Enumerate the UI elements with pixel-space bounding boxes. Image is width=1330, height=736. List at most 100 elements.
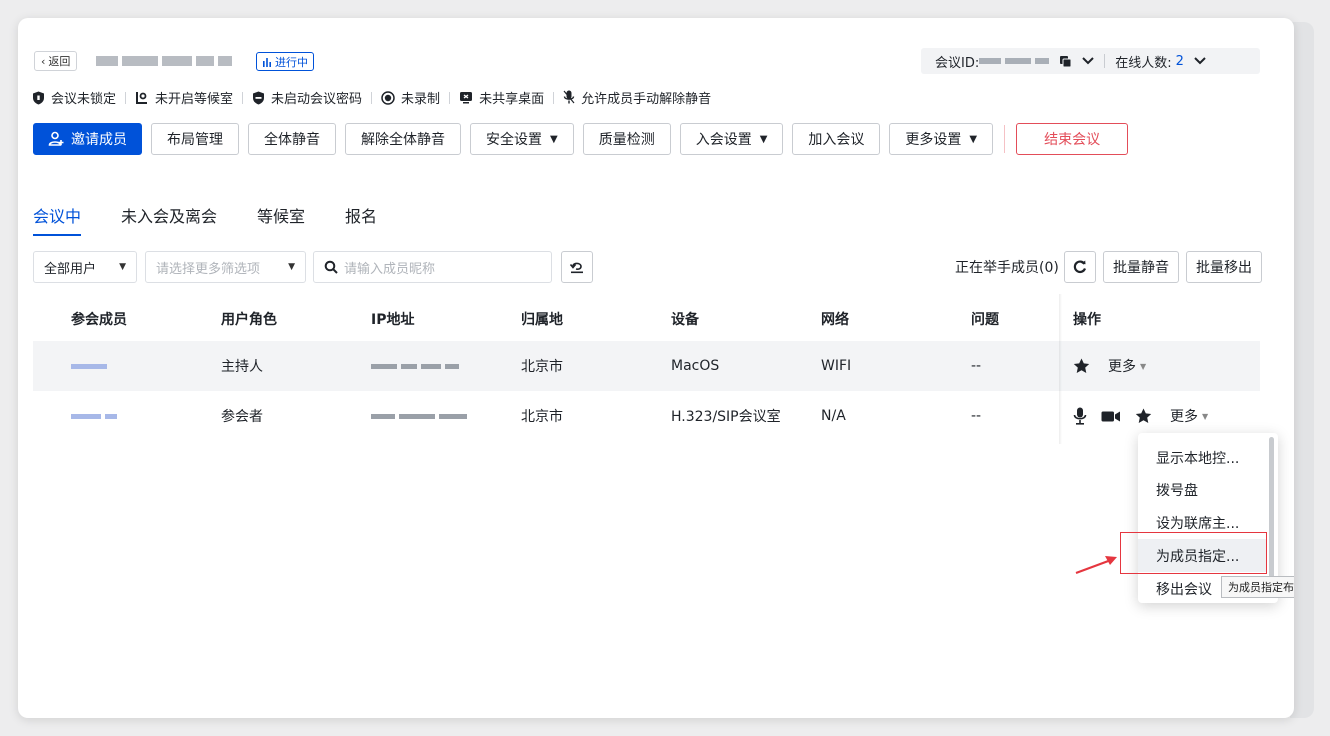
divider — [1104, 54, 1106, 68]
end-meeting-button[interactable]: 结束会议 — [1016, 123, 1129, 155]
refresh-button[interactable] — [1064, 251, 1096, 283]
table-row[interactable]: 主持人 北京市 MacOS WIFI -- 更多 ▼ — [33, 341, 1260, 391]
layout-management-button[interactable]: 布局管理 — [151, 123, 239, 155]
ip-redacted — [371, 341, 459, 391]
status-label: 允许成员手动解除静音 — [581, 92, 712, 107]
meeting-id-redacted — [1035, 58, 1050, 64]
status-badge: 进行中 — [256, 52, 314, 71]
online-count-label: 在线人数: — [1115, 55, 1172, 71]
join-meeting-button[interactable]: 加入会议 — [792, 123, 881, 155]
meeting-id-redacted — [1005, 58, 1032, 64]
join-settings-label: 入会设置 — [695, 132, 752, 148]
tab-waiting-room[interactable]: 等候室 — [257, 203, 305, 236]
status-label: 未开启等候室 — [155, 92, 234, 107]
chevron-down-icon[interactable] — [1082, 57, 1094, 65]
ip-redacted — [371, 391, 467, 441]
batch-remove-button[interactable]: 批量移出 — [1186, 251, 1262, 283]
copy-icon[interactable] — [1059, 55, 1072, 68]
unmute-all-label: 解除全体静音 — [361, 132, 445, 148]
menu-item-local-control[interactable]: 显示本地控... — [1138, 441, 1266, 474]
bar-chart-icon — [263, 57, 271, 67]
location-cell: 北京市 — [521, 359, 563, 375]
member-name-redacted — [71, 341, 107, 391]
mute-all-button[interactable]: 全体静音 — [248, 123, 336, 155]
tab-in-meeting[interactable]: 会议中 — [33, 203, 82, 236]
security-settings-button[interactable]: 安全设置 ▼ — [470, 123, 574, 155]
caret-down-icon: ▼ — [969, 133, 978, 145]
hand-raise-label[interactable]: 正在举手成员(0) — [955, 251, 1059, 283]
menu-tooltip: 为成员指定布局 — [1221, 576, 1294, 598]
screen-share-icon — [460, 92, 473, 104]
join-meeting-label: 加入会议 — [808, 132, 865, 148]
more-actions-link[interactable]: 更多 ▼ — [1108, 356, 1146, 376]
more-label: 更多 — [1170, 409, 1198, 425]
back-button[interactable]: ‹ 返回 — [34, 51, 78, 71]
meeting-management-window: ‹ 返回 进行中 会议ID: 在线人数: 2 会议未锁定 未开启等候室 未启动会… — [18, 18, 1294, 718]
more-label: 更多 — [1108, 359, 1136, 375]
meeting-status-line: 会议未锁定 未开启等候室 未启动会议密码 未录制 未共享桌面 允许成员手动解除静… — [32, 88, 711, 107]
batch-remove-label: 批量移出 — [1196, 260, 1252, 276]
user-type-value: 全部用户 — [44, 261, 97, 277]
caret-down-icon: ▼ — [759, 133, 768, 145]
status-password: 未启动会议密码 — [252, 88, 362, 107]
tab-bar: 会议中 未入会及离会 等候室 报名 — [33, 203, 417, 236]
menu-scrollbar[interactable] — [1269, 437, 1274, 587]
layout-label: 布局管理 — [167, 132, 223, 148]
search-icon — [324, 260, 338, 274]
status-screen-share: 未共享桌面 — [459, 88, 544, 107]
meeting-title-redacted — [96, 54, 246, 68]
divider — [449, 91, 451, 104]
tab-not-joined[interactable]: 未入会及离会 — [121, 203, 217, 236]
batch-mute-button[interactable]: 批量静音 — [1103, 251, 1179, 283]
device-cell: MacOS — [671, 358, 720, 374]
column-header: 操作 — [1073, 312, 1101, 328]
star-icon[interactable] — [1073, 358, 1090, 374]
member-search-input[interactable]: 请输入成员昵称 — [313, 251, 552, 283]
status-lock: 会议未锁定 — [32, 88, 116, 107]
column-header: 问题 — [971, 312, 999, 328]
status-badge-label: 进行中 — [275, 55, 308, 69]
mic-icon[interactable] — [1073, 407, 1087, 425]
caret-down-icon: ▼ — [1202, 411, 1209, 421]
column-header: 设备 — [671, 312, 699, 328]
chevron-left-icon: ‹ — [41, 54, 46, 68]
member-name-redacted — [71, 391, 117, 441]
star-icon[interactable] — [1135, 408, 1152, 424]
chevron-down-icon[interactable] — [1194, 57, 1206, 65]
end-meeting-label: 结束会议 — [1044, 132, 1101, 148]
menu-item-dial-pad[interactable]: 拨号盘 — [1138, 473, 1266, 506]
search-placeholder: 请输入成员昵称 — [344, 261, 436, 277]
tab-registration[interactable]: 报名 — [345, 203, 377, 236]
divider — [125, 91, 127, 104]
divider — [553, 91, 555, 104]
more-actions-link[interactable]: 更多 ▼ — [1170, 406, 1208, 426]
reset-filter-button[interactable] — [561, 251, 593, 283]
status-mic-permission: 允许成员手动解除静音 — [563, 88, 711, 107]
status-record: 未录制 — [381, 88, 440, 107]
user-type-select[interactable]: 全部用户 ▼ — [33, 251, 137, 283]
table-row[interactable]: 参会者 北京市 H.323/SIP会议室 N/A -- 更多 ▼ — [33, 391, 1260, 441]
unmute-all-button[interactable]: 解除全体静音 — [345, 123, 461, 155]
more-filter-select[interactable]: 请选择更多筛选项 ▼ — [145, 251, 306, 283]
caret-down-icon: ▼ — [550, 133, 558, 145]
annotation-arrow-icon — [1075, 556, 1117, 575]
more-filter-placeholder: 请选择更多筛选项 — [156, 261, 261, 277]
camera-icon[interactable] — [1101, 410, 1121, 423]
quality-check-button[interactable]: 质量检测 — [582, 123, 671, 155]
mute-all-label: 全体静音 — [264, 132, 320, 148]
column-header: 用户角色 — [221, 312, 277, 328]
more-settings-label: 更多设置 — [905, 132, 962, 148]
invite-member-button[interactable]: 邀请成员 — [33, 123, 142, 155]
join-settings-button[interactable]: 入会设置 ▼ — [679, 123, 784, 155]
divider — [1004, 125, 1006, 153]
column-header: IP地址 — [371, 312, 415, 328]
more-settings-button[interactable]: 更多设置 ▼ — [889, 123, 994, 155]
shield-icon — [33, 91, 44, 104]
caret-down-icon: ▼ — [119, 262, 126, 272]
reset-icon — [569, 262, 583, 274]
status-label: 会议未锁定 — [51, 92, 117, 107]
online-count: 2 — [1175, 53, 1184, 69]
invite-label: 邀请成员 — [71, 132, 127, 148]
network-cell: N/A — [821, 408, 846, 424]
actions-cell: 更多 ▼ — [1073, 341, 1146, 391]
